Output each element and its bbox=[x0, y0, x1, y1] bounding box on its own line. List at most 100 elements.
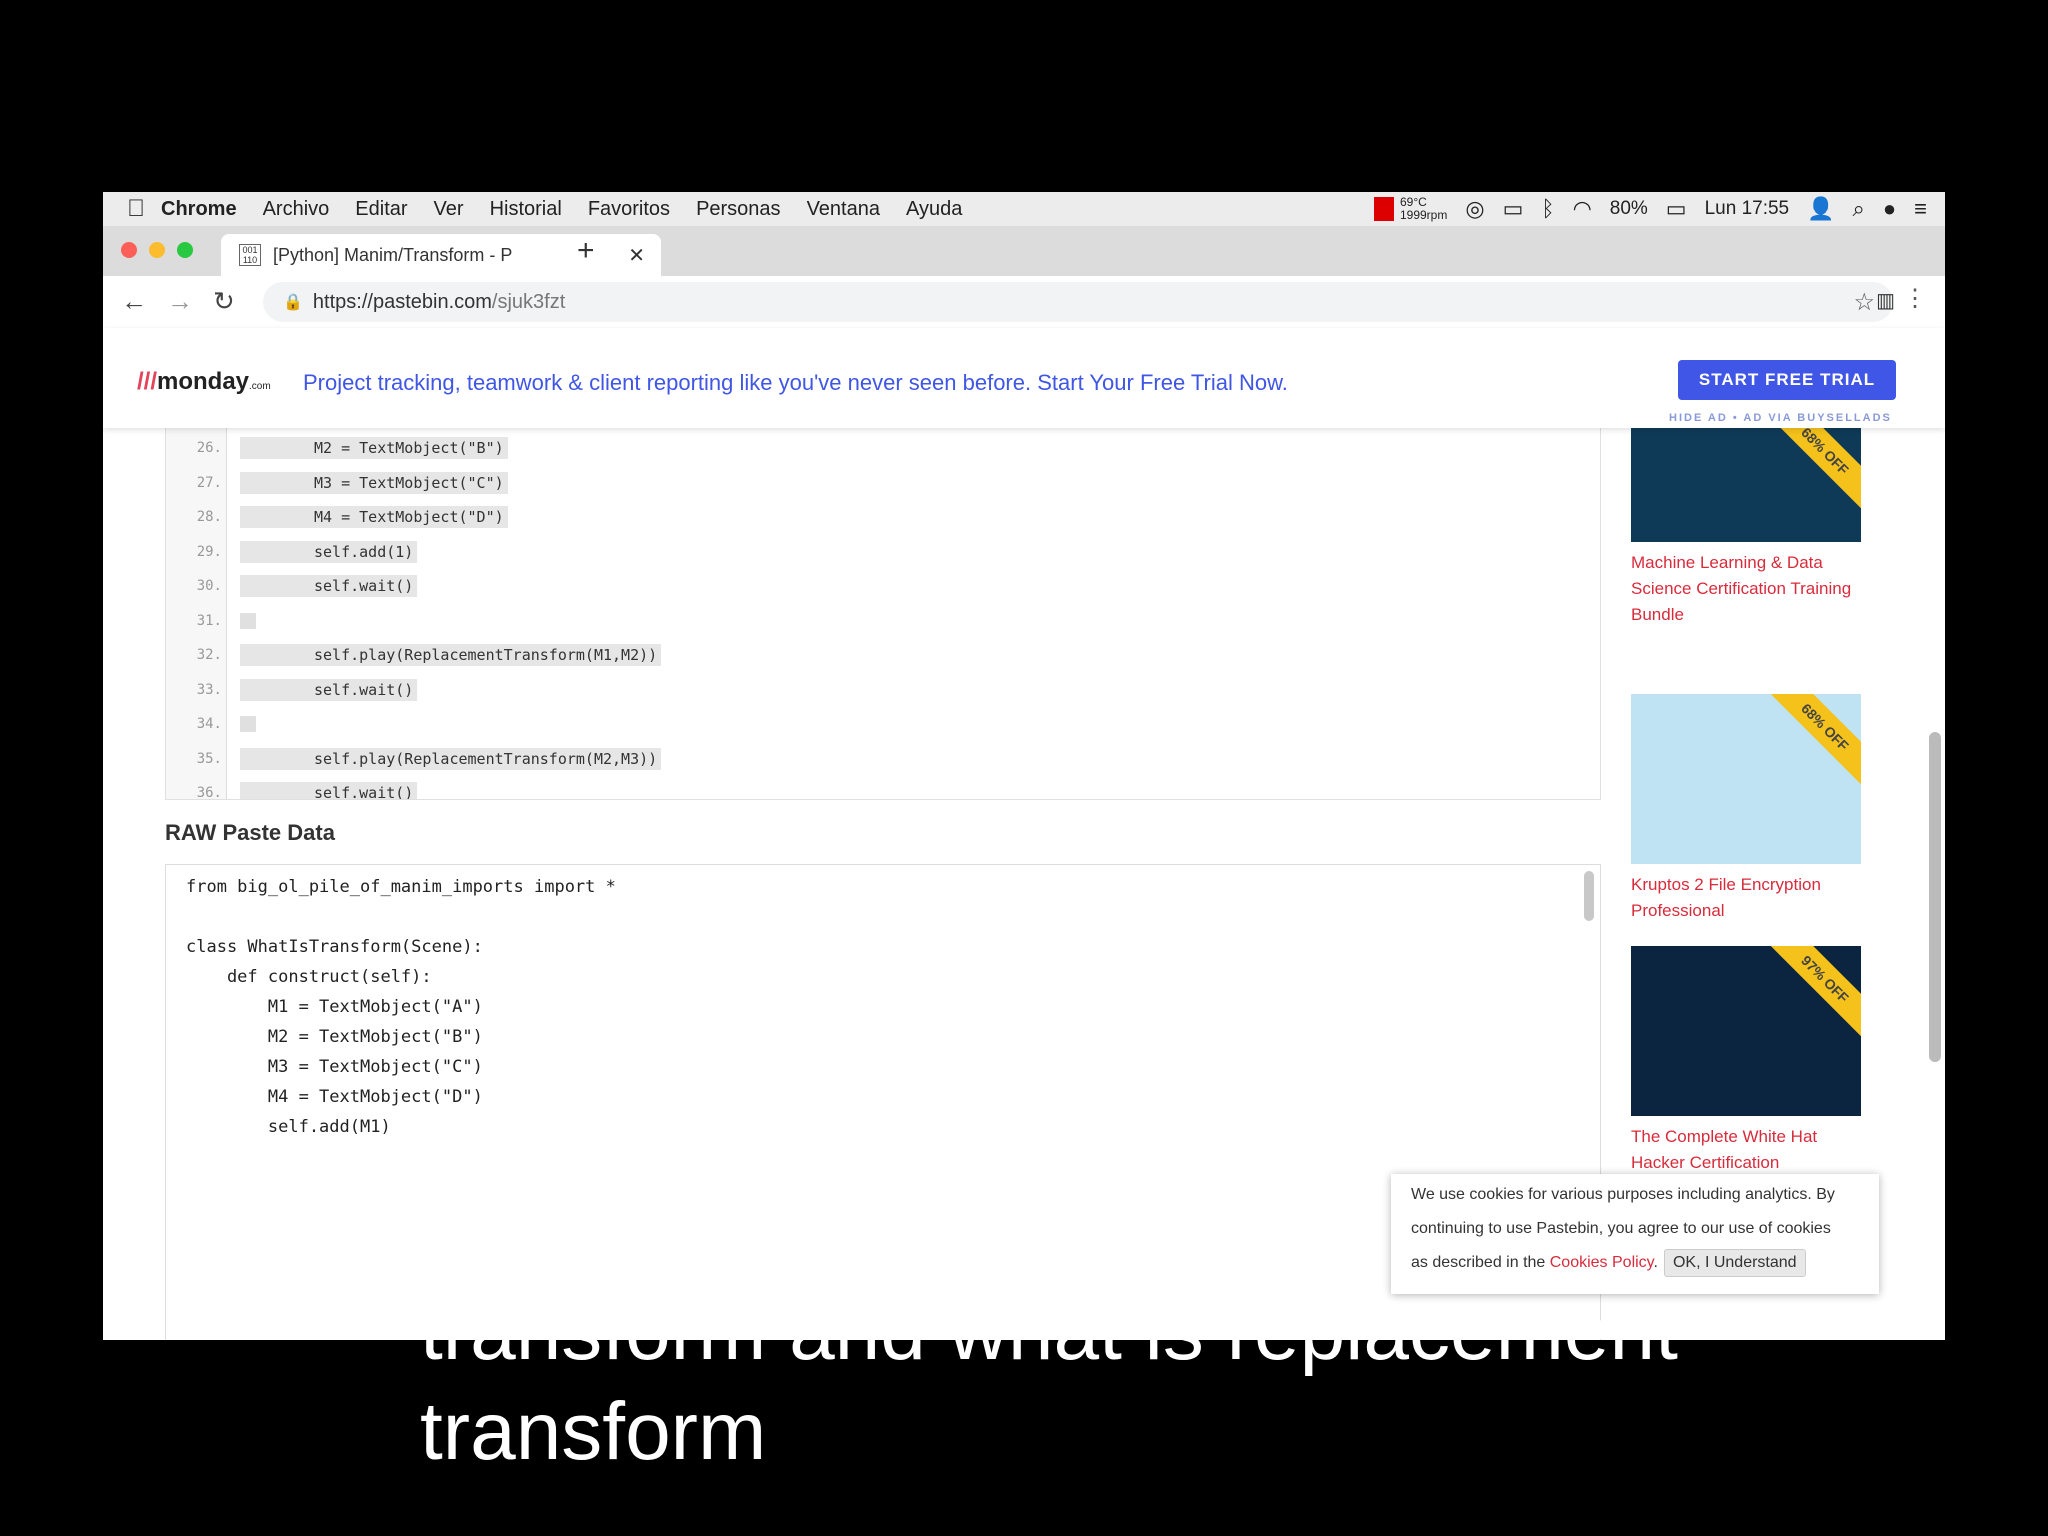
code-text: self.play(ReplacementTransform(M1,M2)) bbox=[240, 644, 662, 666]
pastebin-favicon-icon: 001 110 bbox=[239, 244, 261, 266]
menubar-status-area: 69°C 1999rpm ◎ ▭ ᛒ ◠ 80% ▭ Lun 17:55 👤 ⌕ … bbox=[1373, 192, 1927, 226]
code-line: 32. self.play(ReplacementTransform(M1,M2)… bbox=[166, 638, 662, 672]
url-path: /sjuk3fzt bbox=[491, 290, 566, 313]
deal-title-link[interactable]: Machine Learning & Data Science Certific… bbox=[1631, 550, 1861, 628]
siri-icon[interactable]: ● bbox=[1883, 196, 1896, 222]
monday-logo-text: monday bbox=[157, 368, 250, 395]
code-line: 30. self.wait() bbox=[166, 569, 418, 603]
line-number: 31. bbox=[196, 612, 222, 629]
sidebar-deal-card[interactable]: 68% OFF Kruptos 2 File Encryption Profes… bbox=[1631, 694, 1861, 924]
paste-code-view: 26. M2 = TextMobject("B") 27. M3 = TextMobj… bbox=[165, 422, 1601, 800]
fan-rpm-value: 1999rpm bbox=[1399, 208, 1448, 222]
temperature-value: 69°C bbox=[1399, 195, 1427, 209]
tab-bar: 001 110 [Python] Manim/Transform - P ✕ + bbox=[103, 226, 1945, 276]
menu-ver[interactable]: Ver bbox=[434, 198, 464, 221]
menu-editar[interactable]: Editar bbox=[355, 198, 407, 221]
code-line: 28. M4 = TextMobject("D") bbox=[166, 500, 508, 534]
notification-center-icon[interactable]: ≡ bbox=[1914, 196, 1927, 222]
line-number: 36. bbox=[196, 785, 222, 800]
creative-cloud-icon[interactable]: ◎ bbox=[1465, 196, 1484, 222]
cookie-text-line-2: continuing to use Pastebin, you agree to… bbox=[1411, 1220, 1831, 1237]
empty-code-line bbox=[240, 612, 256, 629]
menu-historial[interactable]: Historial bbox=[490, 198, 562, 221]
bluetooth-icon[interactable]: ᛒ bbox=[1541, 196, 1554, 222]
raw-textarea-scrollbar[interactable] bbox=[1584, 871, 1594, 921]
sidebar-deal-card[interactable]: 97% OFF The Complete White Hat Hacker Ce… bbox=[1631, 946, 1861, 1176]
apple-icon[interactable]:  bbox=[127, 195, 161, 223]
deal-discount-badge: 68% OFF bbox=[1764, 418, 1861, 512]
browser-tab-active[interactable]: 001 110 [Python] Manim/Transform - P ✕ bbox=[221, 234, 661, 276]
deal-discount-badge: 68% OFF bbox=[1764, 694, 1861, 788]
menubar-clock[interactable]: Lun 17:55 bbox=[1705, 198, 1790, 220]
tab-close-icon[interactable]: ✕ bbox=[628, 243, 645, 268]
sidebar-deal-card[interactable]: 68% OFF Machine Learning & Data Science … bbox=[1631, 418, 1861, 628]
battery-percent[interactable]: 80% bbox=[1610, 198, 1648, 220]
deal-title-link[interactable]: Kruptos 2 File Encryption Professional bbox=[1631, 872, 1861, 924]
temperature-widget[interactable]: 69°C 1999rpm bbox=[1373, 195, 1448, 222]
airplay-icon[interactable]: ▭ bbox=[1503, 196, 1524, 222]
menu-app-name[interactable]: Chrome bbox=[161, 198, 237, 221]
cookie-text-period: . bbox=[1653, 1254, 1658, 1271]
zoom-window-button[interactable] bbox=[177, 242, 193, 258]
lock-icon[interactable]: 🔒 bbox=[283, 292, 303, 312]
ad-text-link[interactable]: Project tracking, teamwork & client repo… bbox=[303, 370, 1288, 396]
deal-title-link[interactable]: The Complete White Hat Hacker Certificat… bbox=[1631, 1124, 1861, 1176]
raw-code-line: class WhatIsTransform(Scene): bbox=[186, 937, 483, 957]
battery-icon[interactable]: ▭ bbox=[1666, 196, 1687, 222]
code-line: 29. self.add(1) bbox=[166, 535, 418, 569]
hide-ad-link[interactable]: HIDE AD • AD VIA BUYSELLADS bbox=[1669, 412, 1892, 424]
menu-personas[interactable]: Personas bbox=[696, 198, 781, 221]
raw-code-line: M1 = TextMobject("A") bbox=[186, 997, 483, 1017]
cookie-text-line-3: as described in the bbox=[1411, 1254, 1550, 1271]
back-arrow-icon[interactable]: ← bbox=[121, 286, 147, 317]
code-line: 33. self.wait() bbox=[166, 673, 418, 707]
new-tab-button[interactable]: + bbox=[577, 234, 595, 268]
menu-archivo[interactable]: Archivo bbox=[263, 198, 330, 221]
code-text: M3 = TextMobject("C") bbox=[240, 471, 508, 494]
address-bar: ← → ↻ 🔒 https://pastebin.com/sjuk3fzt ☆ … bbox=[103, 276, 1945, 329]
menu-favoritos[interactable]: Favoritos bbox=[588, 198, 670, 221]
line-number: 34. bbox=[196, 716, 222, 732]
user-icon[interactable]: 👤 bbox=[1807, 196, 1834, 222]
deal-thumbnail[interactable]: 97% OFF bbox=[1631, 946, 1861, 1116]
code-line: 31. bbox=[166, 604, 256, 638]
code-line: 26. M2 = TextMobject("B") bbox=[166, 431, 508, 465]
forward-arrow-icon[interactable]: → bbox=[167, 286, 193, 317]
code-line: 34. bbox=[166, 707, 256, 741]
cookie-notice: We use cookies for various purposes incl… bbox=[1391, 1174, 1879, 1294]
line-number: 30. bbox=[196, 578, 222, 594]
monday-logo[interactable]: ///monday.com bbox=[137, 368, 271, 396]
line-number: 27. bbox=[196, 474, 222, 491]
menu-ventana[interactable]: Ventana bbox=[807, 198, 880, 221]
chrome-menu-icon[interactable]: ⋮ bbox=[1903, 284, 1927, 313]
menu-ayuda[interactable]: Ayuda bbox=[906, 198, 962, 221]
close-window-button[interactable] bbox=[121, 242, 137, 258]
tab-title: [Python] Manim/Transform - P bbox=[273, 244, 513, 265]
cookie-ok-button[interactable]: OK, I Understand bbox=[1663, 1249, 1806, 1277]
minimize-window-button[interactable] bbox=[149, 242, 165, 258]
start-free-trial-button[interactable]: START FREE TRIAL bbox=[1678, 360, 1896, 400]
line-number: 35. bbox=[196, 750, 222, 767]
deal-thumbnail[interactable]: 68% OFF bbox=[1631, 418, 1861, 542]
url-field[interactable]: 🔒 https://pastebin.com/sjuk3fzt ☆ bbox=[263, 282, 1893, 322]
monday-logo-suffix: .com bbox=[249, 381, 271, 392]
raw-paste-textarea[interactable]: from big_ol_pile_of_manim_imports import… bbox=[165, 864, 1601, 1340]
line-number: 32. bbox=[196, 647, 222, 663]
page-scrollbar[interactable] bbox=[1929, 732, 1941, 1062]
code-text: self.add(1) bbox=[240, 540, 418, 563]
temperature-icon bbox=[1373, 197, 1394, 221]
wifi-icon[interactable]: ◠ bbox=[1573, 196, 1592, 222]
line-number: 28. bbox=[196, 509, 222, 525]
extension-icon[interactable]: ▥ bbox=[1876, 288, 1895, 313]
line-number: 33. bbox=[196, 681, 222, 698]
raw-code-line: self.add(M1) bbox=[186, 1117, 391, 1137]
deal-thumbnail[interactable]: 68% OFF bbox=[1631, 694, 1861, 864]
bookmark-star-icon[interactable]: ☆ bbox=[1853, 288, 1875, 317]
raw-code-line: M2 = TextMobject("B") bbox=[186, 1027, 483, 1047]
spotlight-search-icon[interactable]: ⌕ bbox=[1853, 196, 1865, 222]
cookies-policy-link[interactable]: Cookies Policy bbox=[1550, 1254, 1654, 1271]
code-line: 36. self.wait() bbox=[166, 776, 418, 800]
mac-menubar:  Chrome Archivo Editar Ver Historial Fa… bbox=[103, 192, 1945, 226]
code-line: 27. M3 = TextMobject("C") bbox=[166, 466, 508, 500]
reload-icon[interactable]: ↻ bbox=[213, 286, 235, 317]
